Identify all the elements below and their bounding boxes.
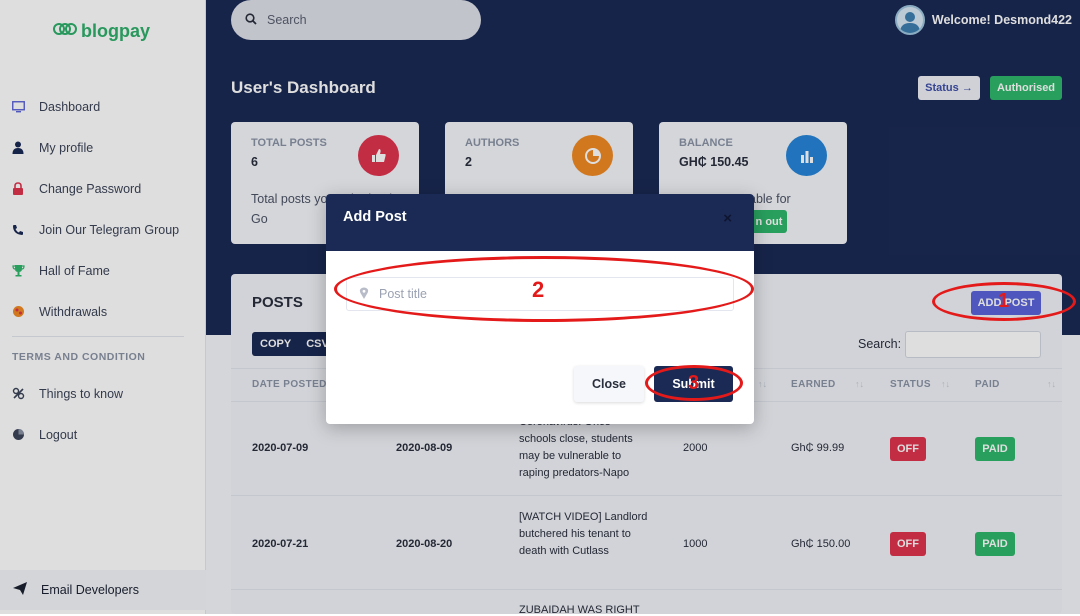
modal-title: Add Post	[343, 209, 407, 225]
annotation-number: 3	[688, 372, 700, 394]
close-icon[interactable]: ×	[723, 210, 732, 227]
annotation-number: 2	[532, 277, 545, 302]
annotation-number: 1	[998, 290, 1010, 312]
modal-header: Add Post ×	[326, 194, 754, 251]
close-button[interactable]: Close	[574, 366, 644, 402]
